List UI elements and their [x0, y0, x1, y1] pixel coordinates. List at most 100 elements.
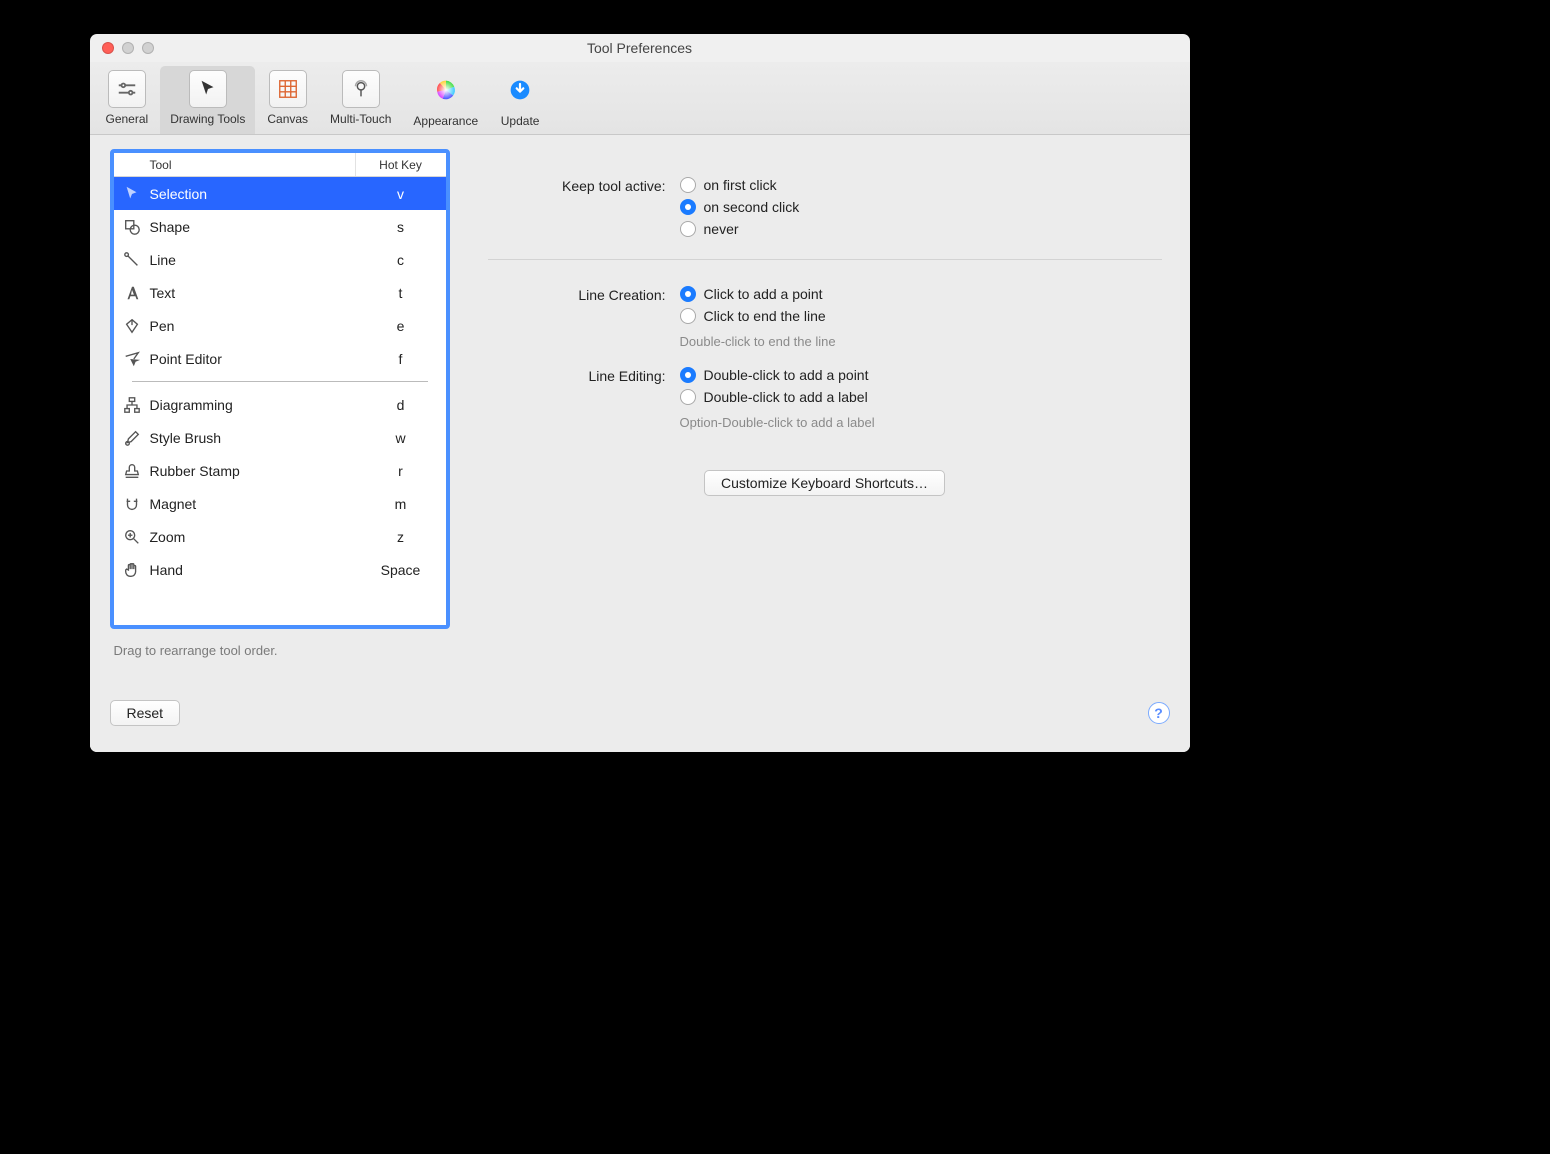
point-icon	[114, 350, 150, 368]
tool-hotkey: t	[356, 285, 446, 301]
tab-label: Canvas	[267, 112, 308, 126]
radio-icon	[680, 199, 696, 215]
tool-name: Style Brush	[150, 430, 356, 446]
tool-row[interactable]: Pene	[114, 309, 446, 342]
sliders-icon	[108, 70, 146, 108]
tool-name: Rubber Stamp	[150, 463, 356, 479]
minimize-icon[interactable]	[122, 42, 134, 54]
radio-label: Double-click to add a label	[704, 389, 868, 405]
tool-row[interactable]: Selectionv	[114, 177, 446, 210]
tool-name: Diagramming	[150, 397, 356, 413]
radio-label: Double-click to add a point	[704, 367, 869, 383]
col-header-tool[interactable]: Tool	[150, 153, 356, 176]
setting-keep-active: Keep tool active: on first click on secon…	[480, 177, 1170, 237]
tool-hotkey: e	[356, 318, 446, 334]
radio-icon	[680, 308, 696, 324]
window-title: Tool Preferences	[90, 40, 1190, 56]
zoom-icon[interactable]	[142, 42, 154, 54]
col-header-hotkey[interactable]: Hot Key	[356, 158, 446, 172]
shape-icon	[114, 218, 150, 236]
tool-hotkey: c	[356, 252, 446, 268]
tool-name: Pen	[150, 318, 356, 334]
tool-hotkey: z	[356, 529, 446, 545]
prefs-body: Tool Hot Key SelectionvShapesLinecTexttP…	[90, 135, 1190, 752]
tab-multitouch[interactable]: Multi-Touch	[320, 66, 401, 134]
tool-list-hint: Drag to rearrange tool order.	[110, 629, 450, 658]
radio-label: on first click	[704, 177, 777, 193]
radio-option[interactable]: never	[680, 221, 800, 237]
tool-name: Shape	[150, 219, 356, 235]
helper-text: Option-Double-click to add a label	[680, 415, 875, 430]
helper-text: Double-click to end the line	[680, 334, 836, 349]
setting-line-creation: Line Creation: Click to add a pointClick…	[480, 286, 1170, 349]
prefs-toolbar: General Drawing Tools Canvas Multi-Touch	[90, 62, 1190, 135]
magnet-icon	[114, 495, 150, 513]
tab-drawing-tools[interactable]: Drawing Tools	[160, 66, 255, 134]
hand-icon	[114, 561, 150, 579]
tool-name: Magnet	[150, 496, 356, 512]
tool-hotkey: v	[356, 186, 446, 202]
tool-list[interactable]: Tool Hot Key SelectionvShapesLinecTexttP…	[110, 149, 450, 629]
radio-option[interactable]: on second click	[680, 199, 800, 215]
radio-icon	[680, 389, 696, 405]
touch-icon	[342, 70, 380, 108]
tool-row[interactable]: Point Editorf	[114, 342, 446, 375]
help-button[interactable]: ?	[1148, 702, 1170, 724]
reset-button[interactable]: Reset	[110, 700, 181, 726]
radio-option[interactable]: Double-click to add a label	[680, 389, 875, 405]
separator	[488, 259, 1162, 260]
tool-list-separator	[132, 381, 428, 382]
tool-row[interactable]: Rubber Stampr	[114, 454, 446, 487]
radio-option[interactable]: on first click	[680, 177, 800, 193]
color-wheel-icon	[426, 70, 466, 110]
radio-label: never	[704, 221, 739, 237]
tab-label: Appearance	[413, 114, 478, 128]
radio-option[interactable]: Click to end the line	[680, 308, 836, 324]
traffic-lights	[90, 42, 154, 54]
brush-icon	[114, 429, 150, 447]
radio-option[interactable]: Click to add a point	[680, 286, 836, 302]
tab-appearance[interactable]: Appearance	[403, 66, 488, 134]
tool-row[interactable]: Magnetm	[114, 487, 446, 520]
tab-label: Update	[501, 114, 540, 128]
download-icon	[500, 70, 540, 110]
radio-label: Click to end the line	[704, 308, 826, 324]
tool-hotkey: d	[356, 397, 446, 413]
tool-hotkey: m	[356, 496, 446, 512]
setting-line-editing: Line Editing: Double-click to add a poin…	[480, 367, 1170, 430]
tool-row[interactable]: HandSpace	[114, 553, 446, 586]
tool-name: Text	[150, 285, 356, 301]
zoom-icon	[114, 528, 150, 546]
tool-hotkey: w	[356, 430, 446, 446]
setting-label: Line Editing:	[480, 367, 680, 430]
tool-row[interactable]: Textt	[114, 276, 446, 309]
setting-label: Keep tool active:	[480, 177, 680, 237]
tab-canvas[interactable]: Canvas	[257, 66, 318, 134]
tool-row[interactable]: Zoomz	[114, 520, 446, 553]
grid-icon	[269, 70, 307, 108]
pen-icon	[114, 317, 150, 335]
radio-icon	[680, 367, 696, 383]
tab-general[interactable]: General	[96, 66, 159, 134]
tool-hotkey: f	[356, 351, 446, 367]
tool-hotkey: r	[356, 463, 446, 479]
tool-row[interactable]: Style Brushw	[114, 421, 446, 454]
tool-hotkey: s	[356, 219, 446, 235]
tab-label: Multi-Touch	[330, 112, 391, 126]
cursor-icon	[189, 70, 227, 108]
preferences-window: Tool Preferences General Drawing Tools C…	[90, 34, 1190, 752]
radio-icon	[680, 286, 696, 302]
tool-name: Line	[150, 252, 356, 268]
radio-option[interactable]: Double-click to add a point	[680, 367, 875, 383]
tool-row[interactable]: Shapes	[114, 210, 446, 243]
tool-row[interactable]: Linec	[114, 243, 446, 276]
diagram-icon	[114, 396, 150, 414]
close-icon[interactable]	[102, 42, 114, 54]
titlebar: Tool Preferences	[90, 34, 1190, 62]
tool-name: Point Editor	[150, 351, 356, 367]
tool-name: Zoom	[150, 529, 356, 545]
customize-shortcuts-button[interactable]: Customize Keyboard Shortcuts…	[704, 470, 945, 496]
tool-list-header: Tool Hot Key	[114, 153, 446, 177]
tool-row[interactable]: Diagrammingd	[114, 388, 446, 421]
tab-update[interactable]: Update	[490, 66, 550, 134]
